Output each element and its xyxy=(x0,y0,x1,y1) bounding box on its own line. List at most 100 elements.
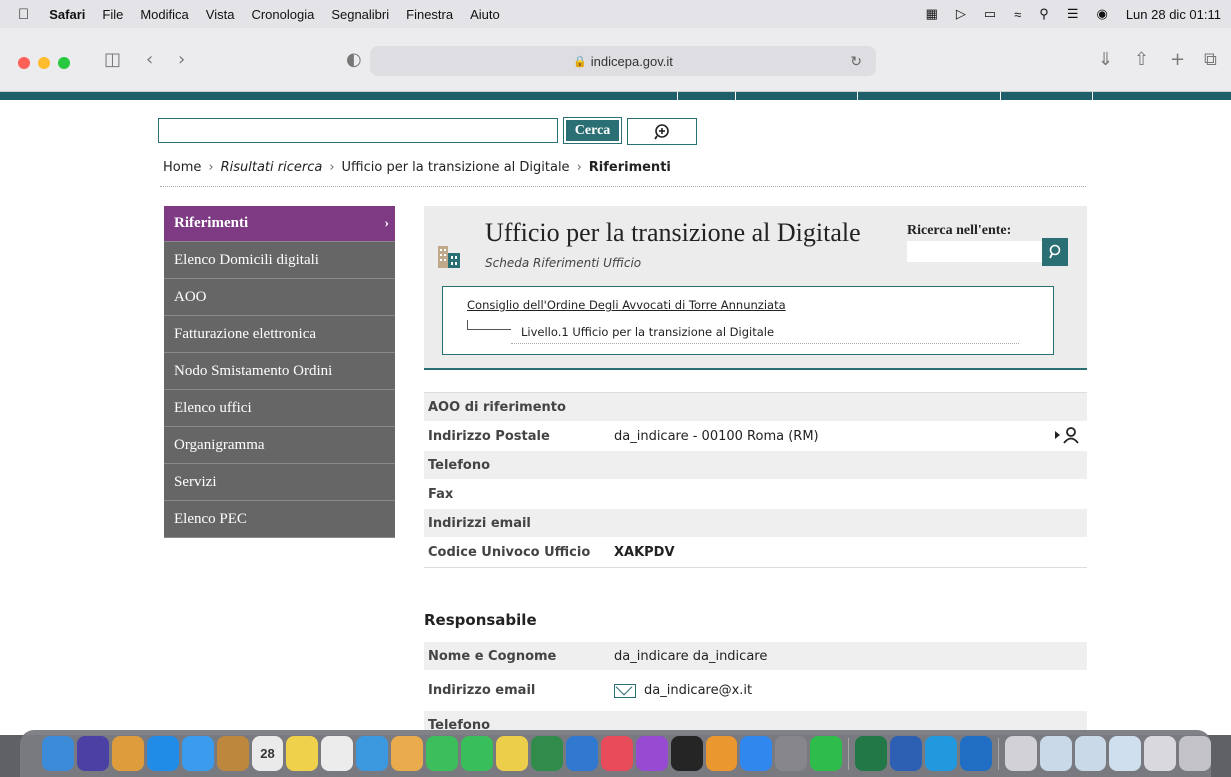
keynote-icon[interactable] xyxy=(565,736,598,771)
hierarchy-box: Consiglio dell'Ordine Degli Avvocati di … xyxy=(442,286,1054,355)
menu-modifica[interactable]: Modifica xyxy=(140,7,188,22)
safari-icon[interactable] xyxy=(146,736,179,771)
parent-entity-link[interactable]: Consiglio dell'Ordine Degli Avvocati di … xyxy=(467,298,786,312)
sidebar-item-aoo[interactable]: AOO xyxy=(164,279,395,316)
tv-icon[interactable] xyxy=(670,736,703,771)
books-icon[interactable] xyxy=(705,736,738,771)
menu-segnalibri[interactable]: Segnalibri xyxy=(331,7,389,22)
sidebar-item-label: Elenco uffici xyxy=(174,399,252,416)
clock[interactable]: Lun 28 dic 01:11 xyxy=(1126,7,1221,22)
minimize-window-button[interactable] xyxy=(38,57,50,69)
menu-cronologia[interactable]: Cronologia xyxy=(251,7,314,22)
page-title: Ufficio per la transizione al Digitale xyxy=(485,218,861,247)
numbers-icon[interactable] xyxy=(530,736,563,771)
trash-icon[interactable] xyxy=(1179,736,1212,771)
sidebar-item-riferimenti[interactable]: Riferimenti › xyxy=(164,206,395,242)
sidebar-item-domicili[interactable]: Elenco Domicili digitali xyxy=(164,242,395,279)
battery-icon[interactable]: ▭ xyxy=(984,6,996,22)
window-icon[interactable] xyxy=(1144,736,1177,771)
apple-icon[interactable]:  xyxy=(18,6,29,23)
entity-search-button[interactable] xyxy=(1042,238,1068,266)
messages-icon[interactable] xyxy=(426,736,459,771)
siri-app-icon[interactable] xyxy=(76,736,109,771)
chevron-right-icon: › xyxy=(384,215,389,231)
row-label: Fax xyxy=(428,486,454,502)
address-bar[interactable]: 🔒 indicepa.gov.it ↻ xyxy=(370,46,876,76)
entity-search-input[interactable] xyxy=(907,241,1042,262)
new-tab-icon[interactable]: + xyxy=(1170,49,1185,70)
advanced-search-button[interactable] xyxy=(627,118,697,145)
spotlight-icon[interactable]: ⚲ xyxy=(1039,6,1049,22)
word-icon[interactable] xyxy=(890,736,922,771)
play-icon[interactable]: ▷ xyxy=(956,6,966,22)
notes-icon[interactable] xyxy=(286,736,319,771)
breadcrumb-results[interactable]: Risultati ricerca xyxy=(221,160,323,175)
row-label: Indirizzo Postale xyxy=(428,428,550,444)
facetime-icon[interactable] xyxy=(461,736,493,771)
dock-separator xyxy=(848,737,850,770)
wifi-icon[interactable]: ≈ xyxy=(1014,7,1021,22)
menu-aiuto[interactable]: Aiuto xyxy=(470,7,500,22)
maps-icon[interactable] xyxy=(356,736,389,771)
menu-app[interactable]: Safari xyxy=(49,7,85,22)
sidebar-item-elenco-pec[interactable]: Elenco PEC xyxy=(164,501,395,538)
window-icon[interactable] xyxy=(1109,736,1142,771)
launchpad-icon[interactable] xyxy=(111,736,144,771)
menu-file[interactable]: File xyxy=(102,7,123,22)
map-location-icon[interactable] xyxy=(1055,426,1081,448)
screenshot-icon[interactable] xyxy=(1039,736,1072,771)
sidebar-toggle-icon[interactable]: ◫ xyxy=(104,49,121,70)
whatsapp-icon[interactable] xyxy=(810,736,843,771)
search-button[interactable]: Cerca xyxy=(563,117,622,144)
breadcrumb-office[interactable]: Ufficio per la transizione al Digitale xyxy=(342,160,570,175)
calendar-icon[interactable]: 28 xyxy=(251,736,284,771)
row-value-email[interactable]: da_indicare@x.it xyxy=(614,683,1087,698)
sidebar-item-fatturazione[interactable]: Fatturazione elettronica xyxy=(164,316,395,353)
menu-finestra[interactable]: Finestra xyxy=(406,7,453,22)
table-row: Indirizzo email da_indicare@x.it xyxy=(424,671,1087,711)
excel-icon[interactable] xyxy=(855,736,888,771)
privacy-shield-icon[interactable]: ◐ xyxy=(346,49,362,70)
email-link[interactable]: da_indicare@x.it xyxy=(644,683,752,698)
podcasts-icon[interactable] xyxy=(635,736,668,771)
dock-separator xyxy=(997,737,999,770)
siri-icon[interactable]: ◉ xyxy=(1096,6,1107,22)
breadcrumb: Home › Risultati ricerca › Ufficio per la tr… xyxy=(163,160,671,175)
sidebar-item-elenco-uffici[interactable]: Elenco uffici xyxy=(164,390,395,427)
breadcrumb-home[interactable]: Home xyxy=(163,160,201,175)
details-table: AOO di riferimento Indirizzo Postale da_… xyxy=(424,392,1087,568)
row-label: Telefono xyxy=(428,457,491,473)
tab-overview-icon[interactable]: ⧉ xyxy=(1204,49,1217,70)
wechat-icon[interactable]: ▦ xyxy=(926,6,938,22)
reminders-icon[interactable] xyxy=(321,736,354,771)
outlook-icon[interactable] xyxy=(959,736,992,771)
edge-icon[interactable] xyxy=(924,736,957,771)
downloads-icon[interactable]: ⇓ xyxy=(1098,49,1113,70)
photos-icon[interactable] xyxy=(391,736,424,771)
menu-vista[interactable]: Vista xyxy=(206,7,235,22)
share-icon[interactable]: ⇧ xyxy=(1134,49,1149,70)
browser-toolbar: ◫ ‹ › ◐ 🔒 indicepa.gov.it ↻ ⇓ ⇧ + ⧉ xyxy=(0,28,1231,92)
system-preferences-icon[interactable] xyxy=(775,736,808,771)
mail-icon xyxy=(614,683,636,698)
reload-icon[interactable]: ↻ xyxy=(850,53,862,70)
search-input[interactable] xyxy=(158,118,558,143)
document-icon[interactable] xyxy=(1004,736,1037,771)
app-store-icon[interactable] xyxy=(740,736,773,771)
zoom-window-button[interactable] xyxy=(58,57,70,69)
row-label: Nome e Cognome xyxy=(428,648,557,664)
sidebar-item-servizi[interactable]: Servizi xyxy=(164,464,395,501)
music-icon[interactable] xyxy=(600,736,633,771)
control-center-icon[interactable]: ☰ xyxy=(1067,6,1079,22)
freeform-icon[interactable] xyxy=(495,736,528,771)
forward-icon[interactable]: › xyxy=(178,49,185,70)
close-window-button[interactable] xyxy=(18,57,30,69)
contacts-icon[interactable] xyxy=(216,736,249,771)
sidebar-item-organigramma[interactable]: Organigramma xyxy=(164,427,395,464)
finder-icon[interactable] xyxy=(42,736,74,771)
screenshot-icon[interactable] xyxy=(1074,736,1107,771)
back-icon[interactable]: ‹ xyxy=(146,49,153,70)
mail-app-icon[interactable] xyxy=(181,736,214,771)
sidebar-item-nodo-smistamento[interactable]: Nodo Smistamento Ordini xyxy=(164,353,395,390)
table-row: Nome e Cognome da_indicare da_indicare xyxy=(424,642,1087,671)
